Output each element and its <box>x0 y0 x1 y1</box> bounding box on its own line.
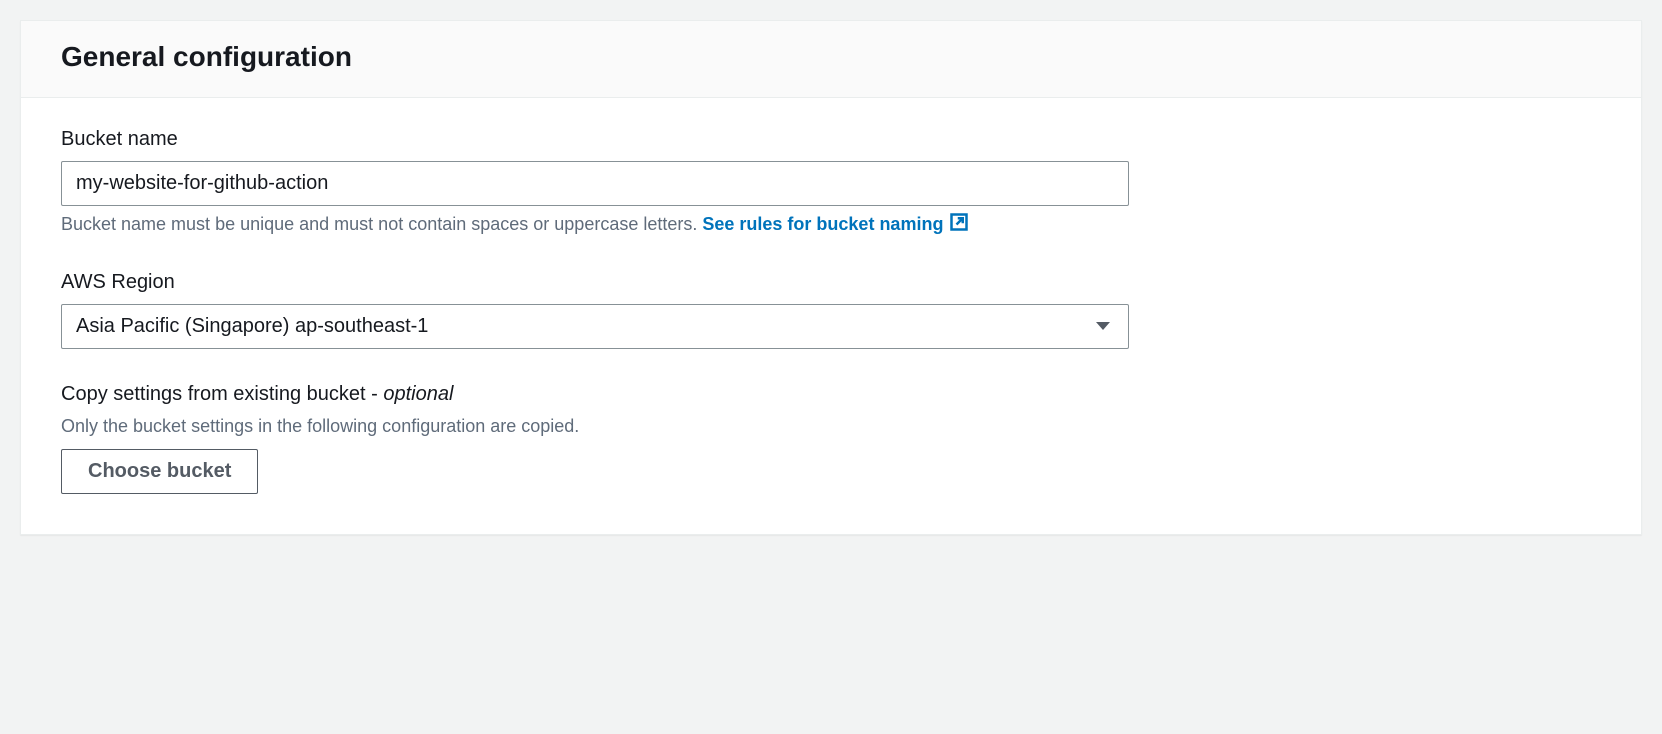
bucket-naming-rules-link-text: See rules for bucket naming <box>702 214 943 234</box>
bucket-name-label: Bucket name <box>61 128 1601 151</box>
copy-settings-field: Copy settings from existing bucket - opt… <box>61 383 1601 494</box>
aws-region-select-wrap: Asia Pacific (Singapore) ap-southeast-1 <box>61 304 1129 349</box>
bucket-name-field: Bucket name Bucket name must be unique a… <box>61 128 1601 237</box>
choose-bucket-button[interactable]: Choose bucket <box>61 449 258 494</box>
general-configuration-panel: General configuration Bucket name Bucket… <box>20 20 1642 535</box>
copy-settings-label-main: Copy settings from existing bucket - <box>61 383 383 405</box>
bucket-name-input[interactable] <box>61 161 1129 206</box>
panel-header: General configuration <box>21 21 1641 98</box>
bucket-naming-rules-link[interactable]: See rules for bucket naming <box>702 214 969 234</box>
bucket-name-hint-text: Bucket name must be unique and must not … <box>61 214 702 234</box>
bucket-name-hint: Bucket name must be unique and must not … <box>61 212 1601 237</box>
aws-region-field: AWS Region Asia Pacific (Singapore) ap-s… <box>61 271 1601 349</box>
copy-settings-hint: Only the bucket settings in the followin… <box>61 416 1601 437</box>
aws-region-select[interactable]: Asia Pacific (Singapore) ap-southeast-1 <box>61 304 1129 349</box>
panel-title: General configuration <box>61 41 1601 73</box>
panel-body: Bucket name Bucket name must be unique a… <box>21 98 1641 534</box>
copy-settings-label: Copy settings from existing bucket - opt… <box>61 383 1601 406</box>
copy-settings-label-optional: optional <box>383 383 453 405</box>
external-link-icon <box>949 212 969 237</box>
aws-region-label: AWS Region <box>61 271 1601 294</box>
